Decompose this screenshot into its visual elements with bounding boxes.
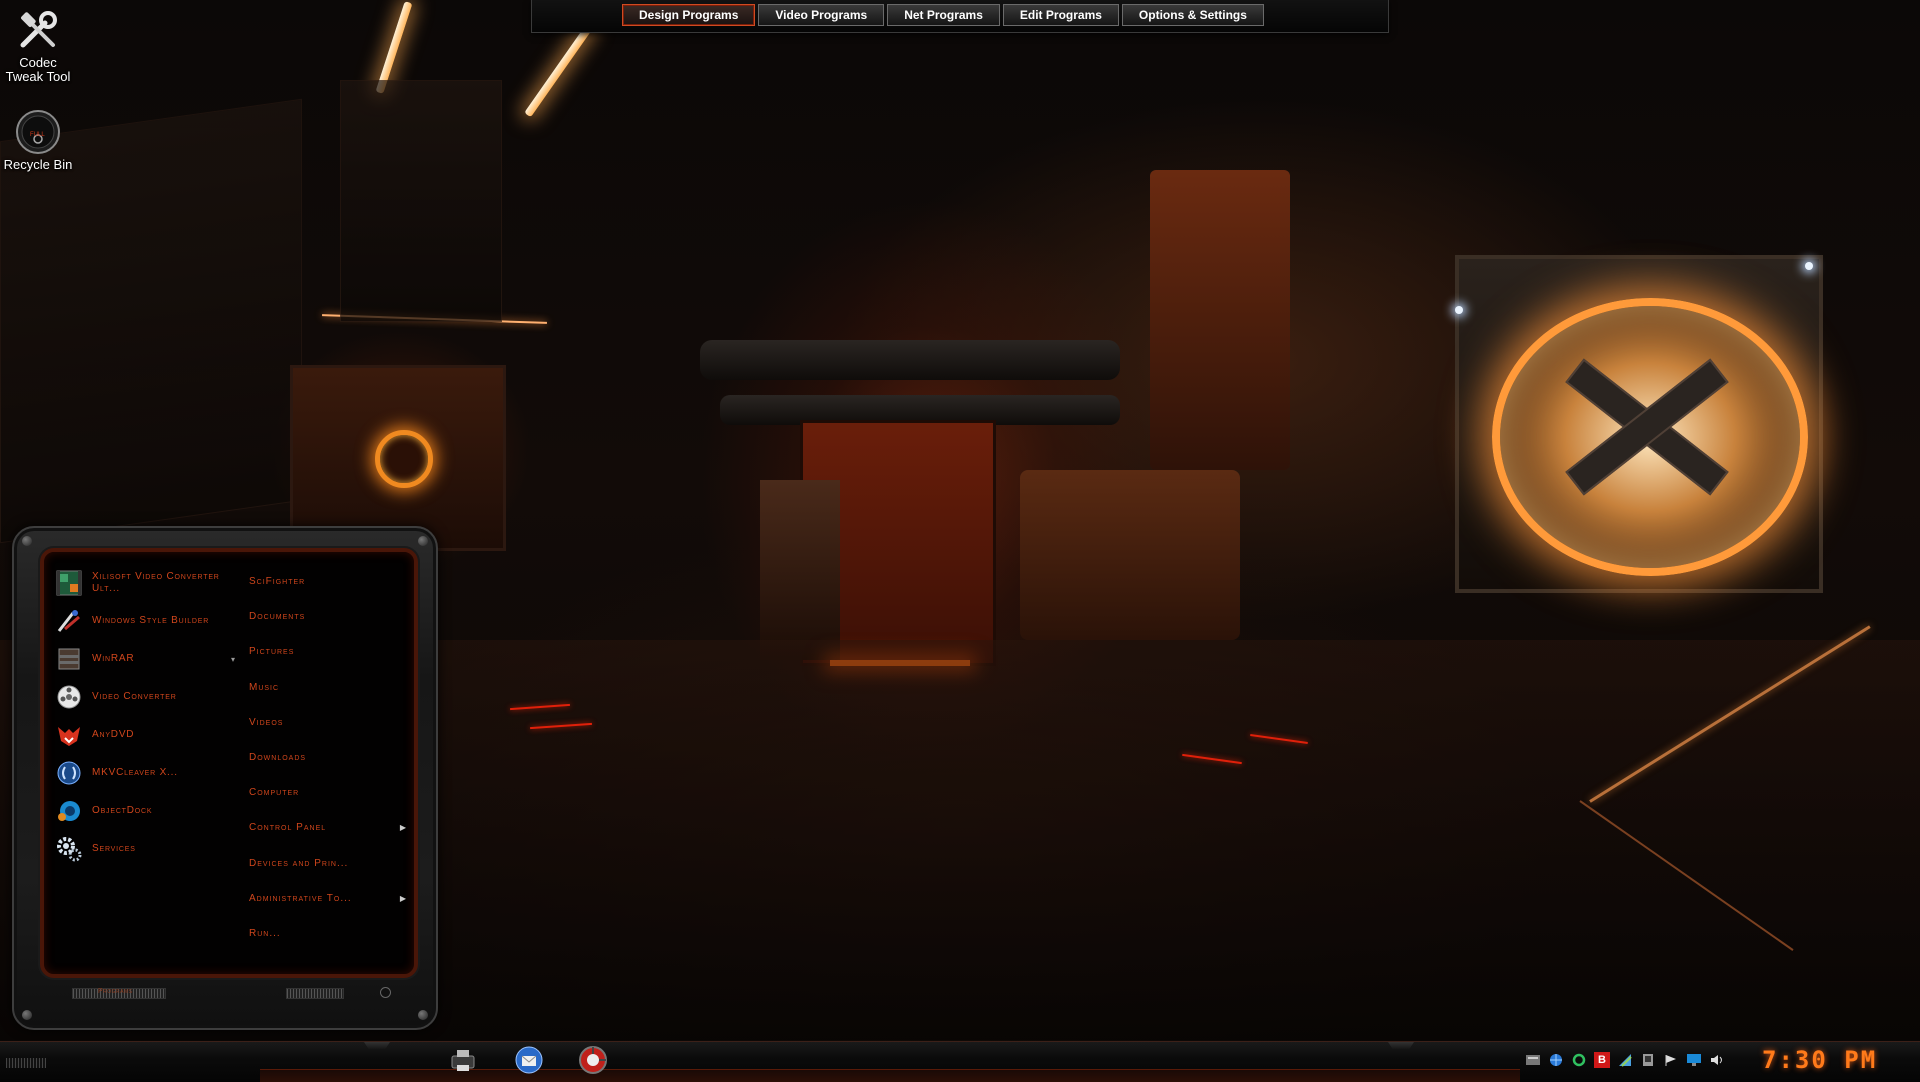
thunderbird-icon (514, 1045, 544, 1080)
machinery (1150, 170, 1290, 470)
program-label: Xilisoft Video Converter Ult... (92, 571, 220, 594)
place-pictures[interactable]: Pictures (249, 634, 409, 669)
tab-design-programs[interactable]: Design Programs (622, 4, 756, 26)
start-menu: Xilisoft Video Converter Ult... Windows … (12, 526, 438, 1030)
globe-icon[interactable] (1548, 1052, 1564, 1068)
desktop-icon-label: Codec Tweak Tool (5, 55, 71, 84)
program-video-converter[interactable]: Video Converter (54, 678, 239, 716)
film-converter-icon (54, 568, 84, 598)
desktop-icon-label: Recycle Bin (3, 157, 73, 172)
machinery (700, 340, 1120, 380)
tab-video-programs[interactable]: Video Programs (758, 4, 885, 26)
place-administrative-tools[interactable]: Administrative To... ▶ (249, 881, 409, 916)
program-anydvd[interactable]: AnyDVD (54, 716, 239, 754)
machinery (760, 480, 840, 660)
program-label: Windows Style Builder (92, 615, 210, 626)
place-devices-printers[interactable]: Devices and Prin... (249, 846, 409, 881)
video-reel-icon (54, 682, 84, 712)
desktop-icon-recycle-bin[interactable]: FULL Recycle Bin (0, 108, 76, 172)
place-label: Administrative To... (249, 892, 352, 904)
top-program-bar: Design Programs Video Programs Net Progr… (531, 0, 1389, 33)
bolt (418, 536, 428, 546)
place-computer[interactable]: Computer (249, 775, 409, 810)
chevron-right-icon: ▶ (399, 893, 407, 903)
monitor-icon[interactable] (1686, 1052, 1702, 1068)
bolt (418, 1010, 428, 1020)
taskbar-app-thunderbird[interactable] (512, 1045, 546, 1079)
tab-net-programs[interactable]: Net Programs (887, 4, 1000, 26)
fox-icon (54, 720, 84, 750)
wall-panel (340, 80, 502, 322)
bitdefender-icon[interactable]: B (1594, 1052, 1610, 1068)
objectdock-icon (54, 796, 84, 826)
place-control-panel[interactable]: Control Panel ▶ (249, 810, 409, 845)
place-scifighter[interactable]: SciFighter (249, 564, 409, 599)
program-list: Xilisoft Video Converter Ult... Windows … (54, 564, 239, 868)
program-label: ObjectDock (92, 805, 153, 816)
recycle-bin-badge: FULL (30, 132, 45, 138)
ceiling-light (524, 22, 594, 118)
taskbar: B 7:30 PM (0, 1041, 1920, 1082)
program-label: Video Converter (92, 691, 177, 702)
place-videos[interactable]: Videos (249, 705, 409, 740)
bolt (22, 536, 32, 546)
bolt (22, 1010, 32, 1020)
winrar-icon (54, 644, 84, 674)
shutdown-slot[interactable] (286, 988, 344, 999)
clock[interactable]: 7:30 PM (1762, 1046, 1877, 1074)
places-list: SciFighter Documents Pictures Music Vide… (249, 564, 409, 951)
all-programs-label: Programs (98, 988, 133, 995)
style-builder-icon (54, 606, 84, 636)
place-label: Control Panel (249, 822, 327, 834)
place-run[interactable]: Run... (249, 916, 409, 951)
mkv-icon (54, 758, 84, 788)
taskbar-app-printer[interactable] (446, 1045, 480, 1079)
place-downloads[interactable]: Downloads (249, 740, 409, 775)
network-icon[interactable] (1617, 1052, 1633, 1068)
tools-icon (14, 6, 62, 54)
program-winrar[interactable]: WinRAR ▾ (54, 640, 239, 678)
taskbar-notch (1388, 1042, 1414, 1050)
taskbar-app-browser[interactable] (576, 1045, 610, 1079)
tab-options-settings[interactable]: Options & Settings (1121, 4, 1264, 26)
small-light (1455, 306, 1463, 314)
volume-icon[interactable] (1709, 1052, 1725, 1068)
program-label: AnyDVD (92, 729, 135, 740)
program-objectdock[interactable]: ObjectDock (54, 792, 239, 830)
system-tray: B (1525, 1052, 1725, 1068)
place-music[interactable]: Music (249, 670, 409, 705)
power-button[interactable] (380, 987, 391, 998)
flag-icon[interactable] (1663, 1052, 1679, 1068)
chevron-right-icon: ▶ (399, 823, 407, 833)
taskbar-notch (364, 1042, 390, 1050)
keyboard-icon[interactable] (1525, 1052, 1541, 1068)
desktop-icon-codec-tweak-tool[interactable]: Codec Tweak Tool (0, 6, 76, 84)
program-xilisoft-video-converter[interactable]: Xilisoft Video Converter Ult... (54, 564, 239, 602)
program-mkvcleaver[interactable]: MKVCleaver X... (54, 754, 239, 792)
place-documents[interactable]: Documents (249, 599, 409, 634)
program-label: WinRAR (92, 653, 135, 664)
program-label: Services (92, 843, 136, 854)
chevron-down-icon: ▾ (230, 654, 235, 664)
sync-icon[interactable] (1571, 1052, 1587, 1068)
device-icon[interactable] (1640, 1052, 1656, 1068)
gears-icon (54, 834, 84, 864)
printer-icon (448, 1045, 478, 1080)
program-label: MKVCleaver X... (92, 767, 178, 778)
small-light (1805, 262, 1813, 270)
start-menu-footer: Programs (58, 987, 391, 1006)
start-menu-panel: Xilisoft Video Converter Ult... Windows … (40, 548, 418, 978)
machinery (1020, 470, 1240, 640)
browser-icon (578, 1045, 608, 1080)
taskbar-grip[interactable] (6, 1058, 46, 1068)
program-tabs: Design Programs Video Programs Net Progr… (622, 4, 1264, 26)
program-services[interactable]: Services (54, 830, 239, 868)
left-door-light (375, 430, 433, 488)
program-windows-style-builder[interactable]: Windows Style Builder (54, 602, 239, 640)
tab-edit-programs[interactable]: Edit Programs (1002, 4, 1119, 26)
